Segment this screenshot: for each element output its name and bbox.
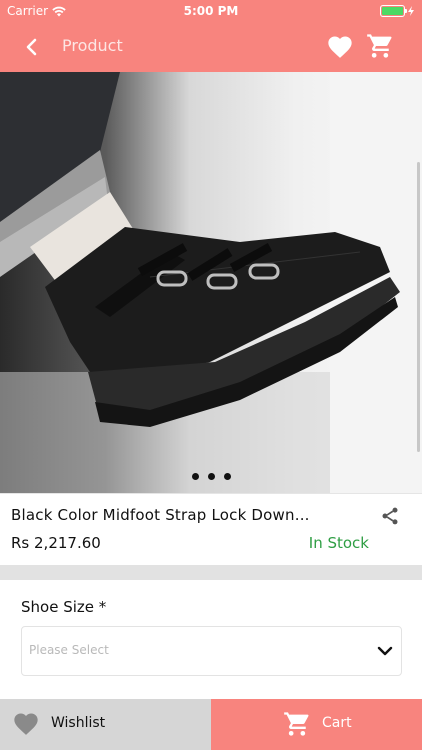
- size-dropdown[interactable]: Please Select: [21, 626, 402, 676]
- product-name: Black Color Midfoot Strap Lock Down...: [11, 506, 310, 524]
- stock-status: In Stock: [308, 534, 369, 552]
- back-button[interactable]: [18, 34, 44, 60]
- chevron-left-icon: [26, 38, 37, 56]
- wishlist-button[interactable]: Wishlist: [0, 699, 211, 750]
- status-time: 5:00 PM: [183, 4, 239, 18]
- nav-bar: Product: [0, 22, 422, 72]
- size-placeholder: Please Select: [29, 643, 109, 657]
- charging-icon: [408, 6, 414, 16]
- size-label: Shoe Size *: [21, 598, 107, 616]
- page-title: Product: [62, 36, 123, 55]
- share-icon: [382, 507, 398, 525]
- product-price: Rs 2,217.60: [11, 534, 101, 552]
- battery-indicator: [380, 5, 414, 17]
- cart-label: Cart: [322, 715, 352, 731]
- favorite-button[interactable]: [326, 33, 354, 61]
- battery-icon: [380, 5, 407, 17]
- chevron-down-icon: [377, 646, 393, 656]
- size-section: Shoe Size * Please Select: [0, 580, 422, 699]
- bottom-action-bar: Wishlist Cart: [0, 699, 422, 750]
- page-dot[interactable]: [207, 473, 215, 480]
- status-bar: Carrier 5:00 PM: [0, 0, 422, 22]
- section-divider: [0, 565, 422, 580]
- cart-button[interactable]: [366, 32, 394, 60]
- page-dot[interactable]: [191, 473, 199, 480]
- cart-icon: [367, 34, 392, 58]
- page-dot[interactable]: [223, 473, 231, 480]
- heart-icon: [328, 36, 352, 58]
- carousel-page-indicator[interactable]: [0, 473, 422, 480]
- product-image[interactable]: [0, 72, 422, 493]
- header: Carrier 5:00 PM Product: [0, 0, 422, 72]
- wishlist-label: Wishlist: [51, 715, 106, 731]
- share-button[interactable]: [380, 506, 402, 528]
- product-info: Black Color Midfoot Strap Lock Down... R…: [0, 493, 422, 565]
- add-to-cart-button[interactable]: Cart: [211, 699, 422, 750]
- heart-icon: [14, 713, 38, 735]
- boot-illustration: [0, 72, 422, 493]
- cart-icon: [284, 712, 309, 736]
- image-scrollbar: [417, 162, 420, 452]
